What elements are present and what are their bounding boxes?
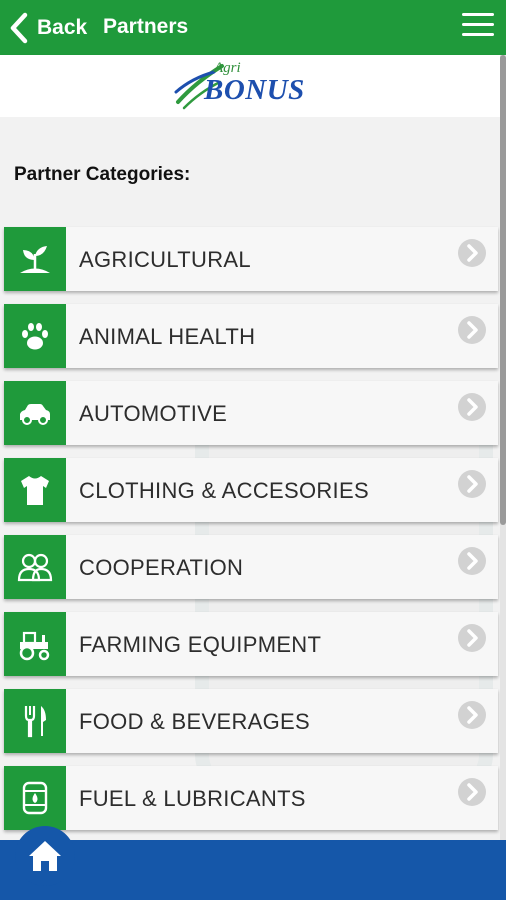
fuel-barrel-icon <box>4 766 66 830</box>
top-app-bar: Back Partners <box>0 0 506 55</box>
category-label: AGRICULTURAL <box>79 247 251 272</box>
chevron-right-icon <box>458 316 486 344</box>
category-list: AGRICULTURAL ANIMAL HEALTH AUTOMOTIVE CL… <box>4 227 498 840</box>
chevron-right-icon <box>458 239 486 267</box>
bottom-nav-bar <box>0 840 506 900</box>
home-icon <box>29 841 61 871</box>
category-row-agricultural[interactable]: AGRICULTURAL <box>4 227 498 291</box>
paw-print-icon <box>4 304 66 368</box>
back-button[interactable]: Back <box>8 10 87 46</box>
home-button[interactable] <box>15 826 75 886</box>
page-title: Partners <box>103 15 189 38</box>
agribonus-logo: Agri BONUS <box>174 60 334 112</box>
category-row-animal-health[interactable]: ANIMAL HEALTH <box>4 304 498 368</box>
logo-banner: Agri BONUS <box>0 55 500 117</box>
category-row-fuel-lubricants[interactable]: FUEL & LUBRICANTS <box>4 766 498 830</box>
category-label: AUTOMOTIVE <box>79 401 228 426</box>
category-label: FUEL & LUBRICANTS <box>79 786 306 811</box>
category-row-food-beverages[interactable]: FOOD & BEVERAGES <box>4 689 498 753</box>
chevron-right-icon <box>458 778 486 806</box>
chevron-left-icon <box>10 12 28 44</box>
category-label: COOPERATION <box>79 555 244 580</box>
category-label: ANIMAL HEALTH <box>79 324 256 349</box>
chevron-right-icon <box>458 470 486 498</box>
scrollbar-thumb[interactable] <box>500 55 506 525</box>
category-row-automotive[interactable]: AUTOMOTIVE <box>4 381 498 445</box>
plant-sprout-icon <box>4 227 66 291</box>
category-row-clothing[interactable]: CLOTHING & ACCESORIES <box>4 458 498 522</box>
section-title: Partner Categories: <box>14 164 191 185</box>
hamburger-menu-icon[interactable] <box>462 13 494 41</box>
category-row-farming-equipment[interactable]: FARMING EQUIPMENT <box>4 612 498 676</box>
logo-bonus-text: BONUS <box>204 74 305 106</box>
chevron-right-icon <box>458 701 486 729</box>
tshirt-icon <box>4 458 66 522</box>
category-label: FOOD & BEVERAGES <box>79 709 310 734</box>
back-label: Back <box>37 16 88 39</box>
category-label: FARMING EQUIPMENT <box>79 632 322 657</box>
category-row-cooperation[interactable]: COOPERATION <box>4 535 498 599</box>
tractor-icon <box>4 612 66 676</box>
people-group-icon <box>4 535 66 599</box>
chevron-right-icon <box>458 624 486 652</box>
chevron-right-icon <box>458 393 486 421</box>
main-content: Partner Categories: AGRICULTURAL ANIMAL … <box>0 117 500 840</box>
chevron-right-icon <box>458 547 486 575</box>
category-label: CLOTHING & ACCESORIES <box>79 478 369 503</box>
fork-knife-icon <box>4 689 66 753</box>
car-icon <box>4 381 66 445</box>
